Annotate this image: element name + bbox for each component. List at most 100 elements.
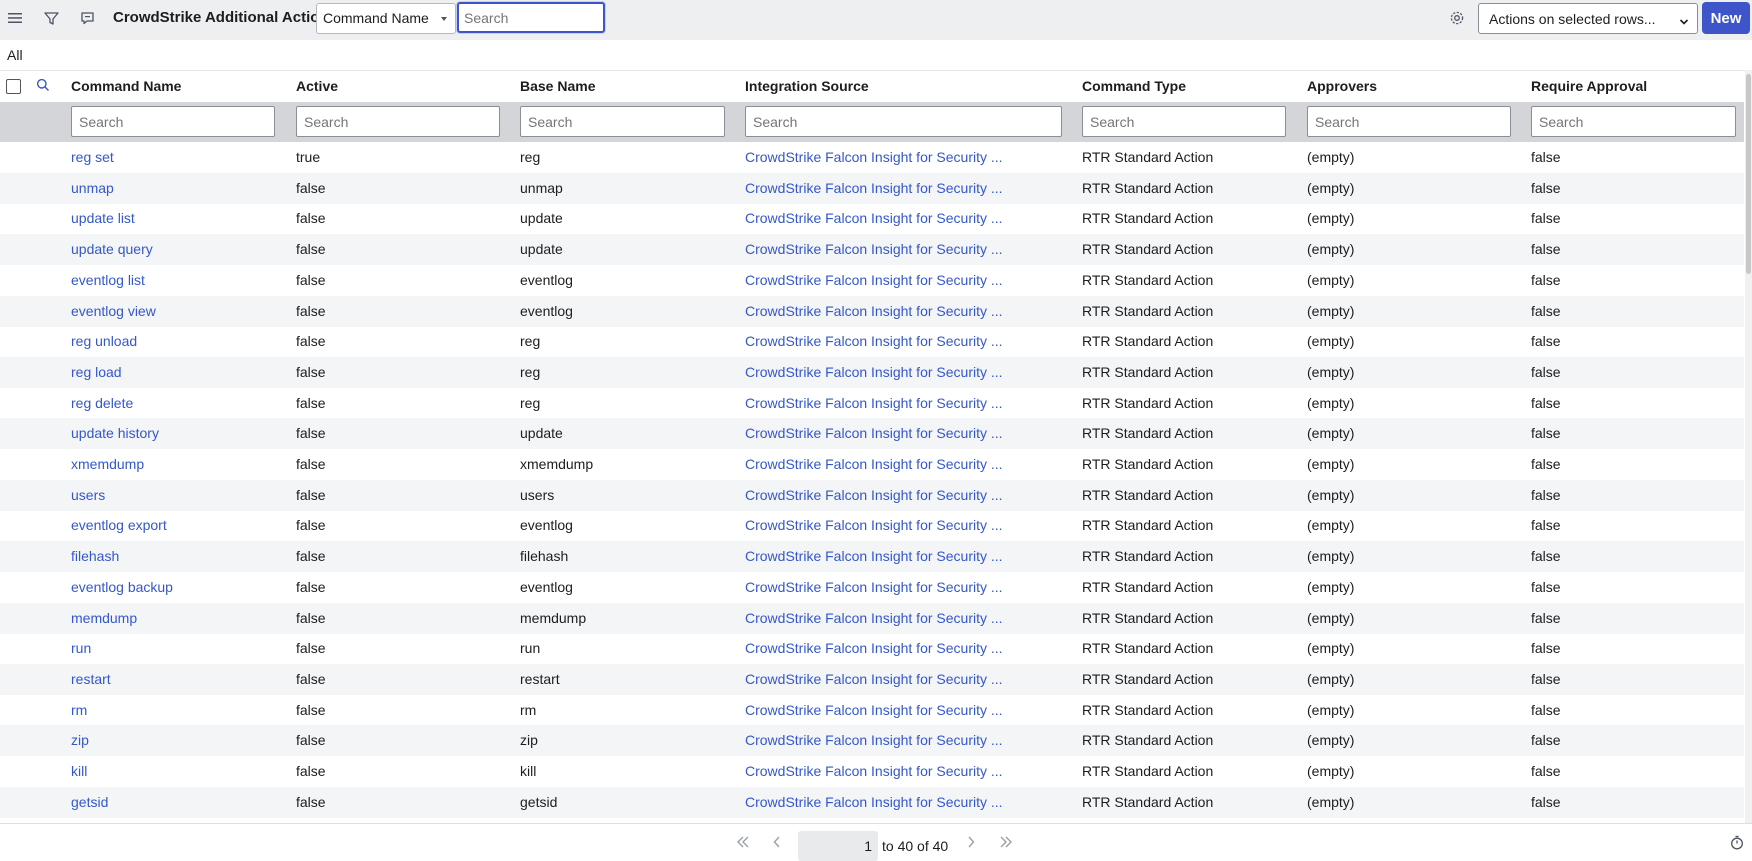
table-row[interactable]: xmemdump false xmemdump CrowdStrike Falcon …	[0, 449, 1744, 480]
column-header-require-approval[interactable]: Require Approval	[1531, 78, 1647, 94]
cell-integration-source[interactable]: CrowdStrike Falcon Insight for Security …	[745, 579, 1003, 595]
table-row[interactable]: reg unload false reg CrowdStrike Falcon Ins…	[0, 326, 1744, 357]
column-header-base-name[interactable]: Base Name	[520, 78, 596, 94]
table-row[interactable]: eventlog export false eventlog CrowdStrike …	[0, 510, 1744, 541]
table-row[interactable]: unmap false unmap CrowdStrike Falcon Insigh…	[0, 172, 1744, 204]
cell-integration-source[interactable]: CrowdStrike Falcon Insight for Security …	[745, 180, 1003, 196]
gear-icon[interactable]	[1447, 8, 1467, 28]
table-row[interactable]: update query false update CrowdStrike Falco…	[0, 234, 1744, 266]
column-header-approvers[interactable]: Approvers	[1307, 78, 1377, 94]
cell-command-name[interactable]: memdump	[71, 610, 137, 626]
filter-approvers-input[interactable]	[1307, 106, 1511, 137]
cell-integration-source[interactable]: CrowdStrike Falcon Insight for Security …	[745, 333, 1003, 349]
table-row[interactable]: kill false kill CrowdStrike Falcon Insight …	[0, 756, 1744, 787]
hamburger-menu-icon[interactable]	[5, 8, 25, 28]
cell-command-type: RTR Standard Action	[1082, 732, 1214, 749]
cell-command-name[interactable]: reg unload	[71, 333, 137, 349]
cell-command-name[interactable]: restart	[71, 671, 111, 687]
scrollbar-thumb[interactable]	[1746, 74, 1751, 274]
table-row[interactable]: run false run CrowdStrike Falcon Insight fo…	[0, 633, 1744, 664]
next-page-icon[interactable]	[967, 836, 975, 851]
cell-command-name[interactable]: eventlog backup	[71, 579, 173, 595]
column-header-command-name[interactable]: Command Name	[71, 78, 181, 94]
filter-icon[interactable]	[41, 8, 61, 28]
cell-command-name[interactable]: update list	[71, 210, 135, 226]
filter-command-name-input[interactable]	[71, 106, 275, 137]
table-row[interactable]: eventlog backup false eventlog CrowdStrike …	[0, 572, 1744, 603]
breadcrumb[interactable]: All	[7, 47, 23, 63]
filter-base-name-input[interactable]	[520, 106, 725, 137]
cell-integration-source[interactable]: CrowdStrike Falcon Insight for Security …	[745, 671, 1003, 687]
cell-integration-source[interactable]: CrowdStrike Falcon Insight for Security …	[745, 395, 1003, 411]
filter-command-type-input[interactable]	[1082, 106, 1286, 137]
search-field-select[interactable]: Command Name	[316, 3, 456, 34]
comment-icon[interactable]	[77, 8, 97, 28]
filter-active-input[interactable]	[296, 106, 500, 137]
cell-command-name[interactable]: users	[71, 487, 105, 503]
cell-command-name[interactable]: unmap	[71, 180, 114, 196]
search-input[interactable]	[457, 2, 605, 33]
table-row[interactable]: filehash false filehash CrowdStrike Falcon …	[0, 541, 1744, 573]
cell-integration-source[interactable]: CrowdStrike Falcon Insight for Security …	[745, 732, 1003, 748]
cell-command-name[interactable]: eventlog list	[71, 272, 145, 288]
cell-integration-source[interactable]: CrowdStrike Falcon Insight for Security …	[745, 149, 1003, 165]
cell-integration-source[interactable]: CrowdStrike Falcon Insight for Security …	[745, 303, 1003, 319]
new-button[interactable]: New	[1702, 2, 1750, 34]
cell-command-name[interactable]: getsid	[71, 794, 108, 810]
cell-integration-source[interactable]: CrowdStrike Falcon Insight for Security …	[745, 702, 1003, 718]
table-row[interactable]: reg load false reg CrowdStrike Falcon Insig…	[0, 356, 1744, 388]
column-header-active[interactable]: Active	[296, 78, 338, 94]
cell-integration-source[interactable]: CrowdStrike Falcon Insight for Security …	[745, 364, 1003, 380]
filter-integration-source-input[interactable]	[745, 106, 1062, 137]
select-all-checkbox[interactable]	[6, 79, 21, 94]
cell-command-name[interactable]: kill	[71, 763, 87, 779]
cell-integration-source[interactable]: CrowdStrike Falcon Insight for Security …	[745, 456, 1003, 472]
column-header-command-type[interactable]: Command Type	[1082, 78, 1186, 94]
table-row[interactable]: update history false update CrowdStrike Fal…	[0, 418, 1744, 450]
search-icon[interactable]	[36, 78, 50, 95]
first-page-icon[interactable]	[736, 836, 750, 851]
cell-integration-source[interactable]: CrowdStrike Falcon Insight for Security …	[745, 548, 1003, 564]
table-row[interactable]: eventlog view false eventlog CrowdStrike Fa…	[0, 295, 1744, 327]
table-row[interactable]: users false users CrowdStrike Falcon Insigh…	[0, 479, 1744, 511]
page-number-input[interactable]: 1	[798, 831, 878, 861]
table-row[interactable]: eventlog list false eventlog CrowdStrike Fa…	[0, 265, 1744, 296]
cell-integration-source[interactable]: CrowdStrike Falcon Insight for Security …	[745, 272, 1003, 288]
cell-integration-source[interactable]: CrowdStrike Falcon Insight for Security …	[745, 487, 1003, 503]
cell-integration-source[interactable]: CrowdStrike Falcon Insight for Security …	[745, 210, 1003, 226]
table-row[interactable]: reg delete false reg CrowdStrike Falcon Ins…	[0, 388, 1744, 419]
last-page-icon[interactable]	[999, 836, 1013, 851]
cell-command-name[interactable]: reg set	[71, 149, 114, 165]
table-row[interactable]: restart false restart CrowdStrike Falcon In…	[0, 663, 1744, 695]
cell-command-name[interactable]: zip	[71, 732, 89, 748]
cell-command-name[interactable]: eventlog view	[71, 303, 156, 319]
cell-command-name[interactable]: eventlog export	[71, 517, 167, 533]
cell-integration-source[interactable]: CrowdStrike Falcon Insight for Security …	[745, 425, 1003, 441]
cell-command-name[interactable]: filehash	[71, 548, 119, 564]
cell-command-name[interactable]: run	[71, 640, 91, 656]
prev-page-icon[interactable]	[773, 836, 781, 851]
cell-command-name[interactable]: update query	[71, 241, 153, 257]
cell-command-name[interactable]: xmemdump	[71, 456, 144, 472]
cell-integration-source[interactable]: CrowdStrike Falcon Insight for Security …	[745, 640, 1003, 656]
cell-integration-source[interactable]: CrowdStrike Falcon Insight for Security …	[745, 610, 1003, 626]
cell-integration-source[interactable]: CrowdStrike Falcon Insight for Security …	[745, 241, 1003, 257]
cell-integration-source[interactable]: CrowdStrike Falcon Insight for Security …	[745, 517, 1003, 533]
actions-on-selected-rows-select[interactable]: Actions on selected rows...	[1478, 3, 1698, 34]
cell-command-name[interactable]: rm	[71, 702, 87, 718]
cell-active: false	[296, 609, 326, 626]
table-row[interactable]: update list false update CrowdStrike Falcon…	[0, 203, 1744, 234]
cell-command-name[interactable]: reg delete	[71, 395, 133, 411]
table-row[interactable]: zip false zip CrowdStrike Falcon Insight fo…	[0, 725, 1744, 757]
cell-integration-source[interactable]: CrowdStrike Falcon Insight for Security …	[745, 794, 1003, 810]
table-row[interactable]: getsid false getsid CrowdStrike Falcon Insi…	[0, 786, 1744, 818]
stopwatch-icon[interactable]	[1730, 835, 1744, 853]
cell-command-name[interactable]: update history	[71, 425, 159, 441]
table-row[interactable]: rm false rm CrowdStrike Falcon Insight for …	[0, 695, 1744, 726]
table-row[interactable]: reg set true reg CrowdStrike Falcon Insight…	[0, 142, 1744, 173]
table-row[interactable]: memdump false memdump CrowdStrike Falcon In…	[0, 602, 1744, 634]
column-header-integration-source[interactable]: Integration Source	[745, 78, 869, 94]
filter-require-approval-input[interactable]	[1531, 106, 1736, 137]
cell-integration-source[interactable]: CrowdStrike Falcon Insight for Security …	[745, 763, 1003, 779]
cell-command-name[interactable]: reg load	[71, 364, 122, 380]
